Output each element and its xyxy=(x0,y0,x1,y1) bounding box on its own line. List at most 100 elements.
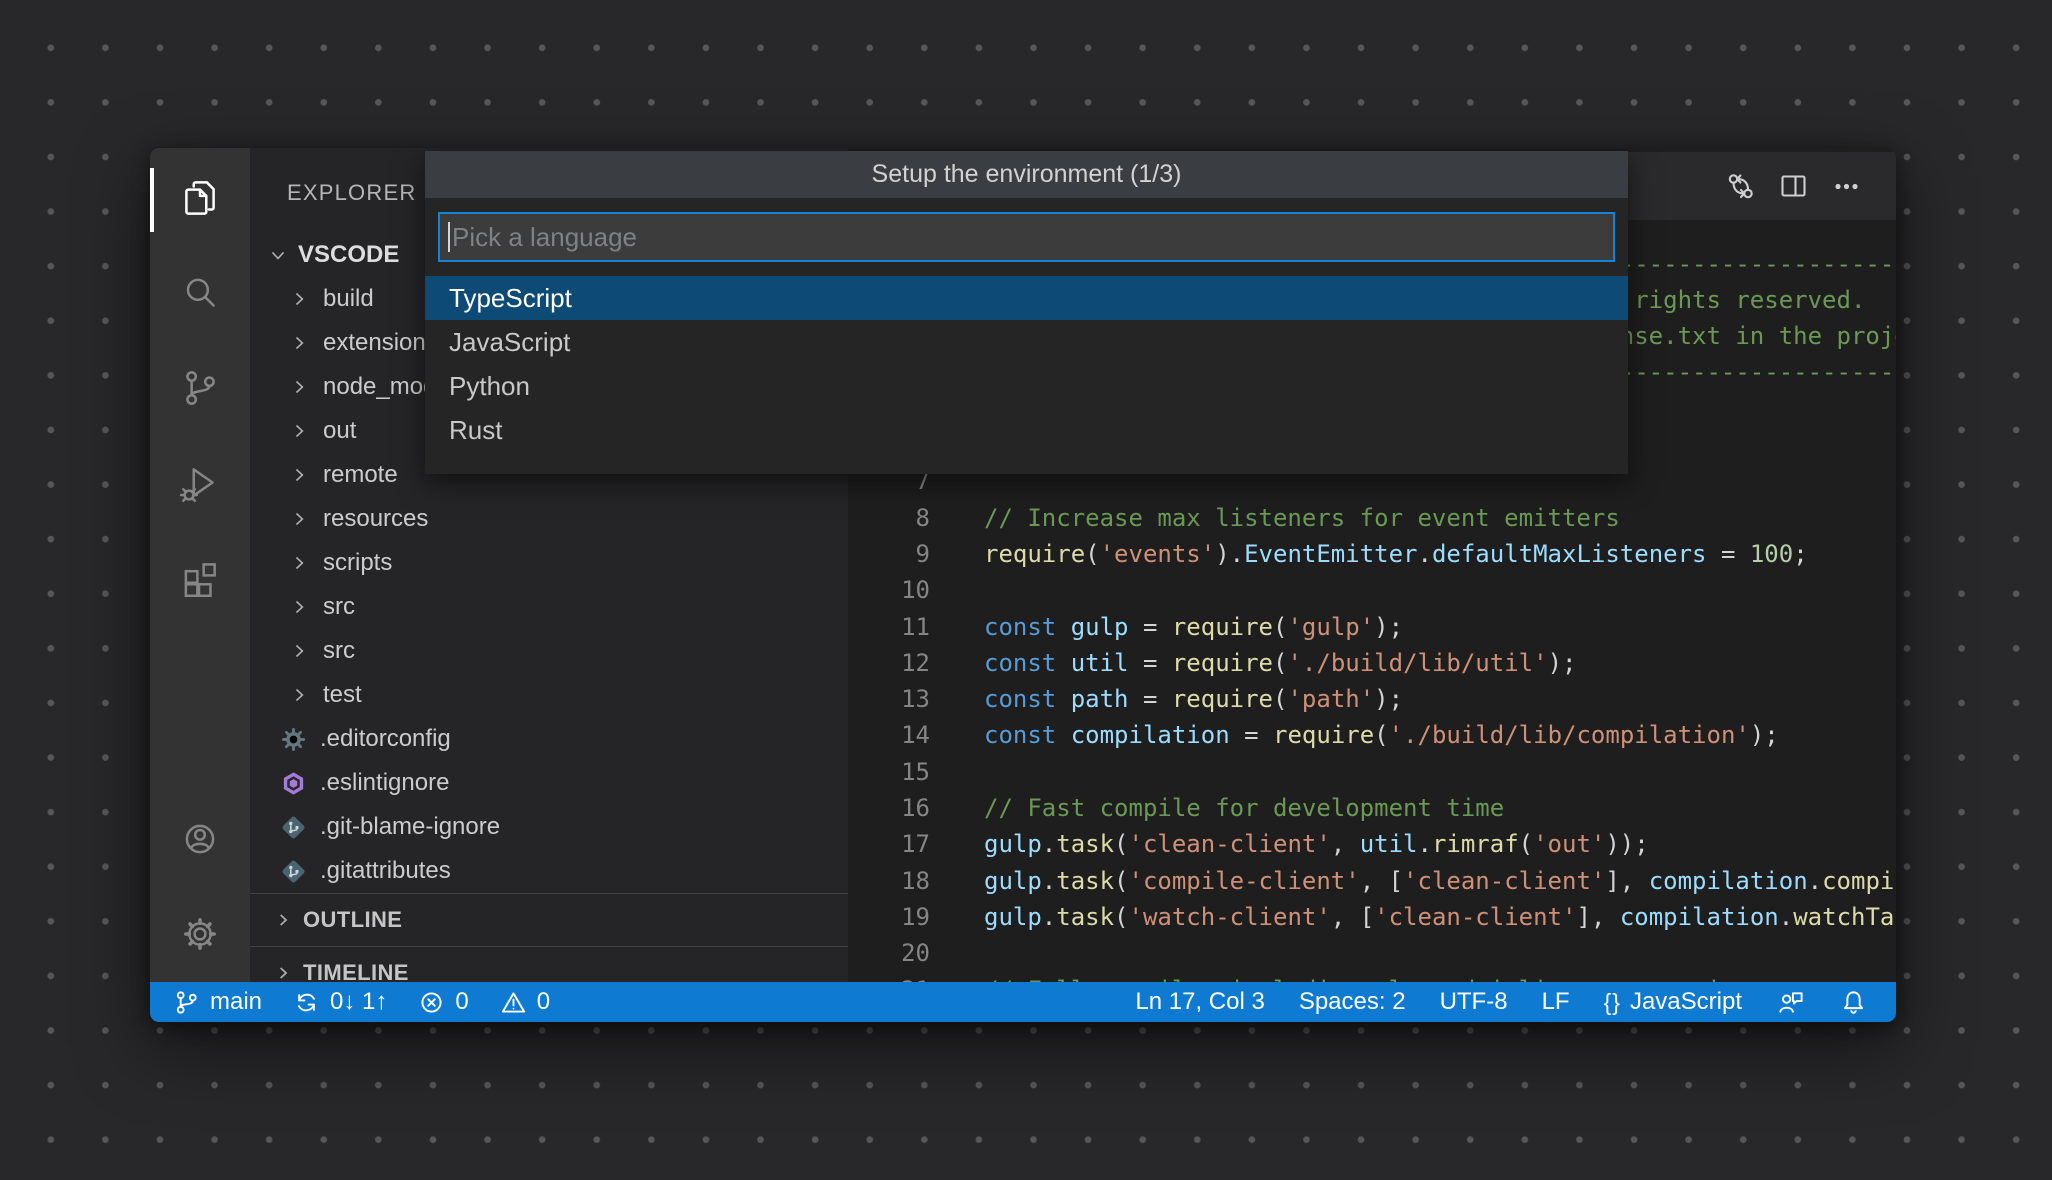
chevron-right-icon xyxy=(273,963,293,982)
line-number: 11 xyxy=(848,613,930,641)
tree-item-src[interactable]: src xyxy=(250,585,848,629)
activity-bar-top xyxy=(150,174,250,602)
line-number: 10 xyxy=(848,576,930,604)
tree-item-label: .git-blame-ignore xyxy=(320,813,500,841)
code-text: const util = require('./build/lib/util')… xyxy=(984,649,1576,677)
tree-item-label: scripts xyxy=(323,549,392,577)
tree-item-label: test xyxy=(323,681,362,709)
code-text: const gulp = require('gulp'); xyxy=(984,613,1403,641)
open-changes-icon xyxy=(1723,169,1757,203)
activity-bar-item-extensions[interactable] xyxy=(176,554,224,602)
tree-item-src[interactable]: src xyxy=(250,629,848,673)
status-item-label: Ln 17, Col 3 xyxy=(1135,988,1264,1016)
status-item-label: 0 xyxy=(537,988,550,1016)
activity-bar-item-run-debug[interactable] xyxy=(176,459,224,507)
code-line-17: 17gulp.task('clean-client', util.rimraf(… xyxy=(848,826,1896,863)
tree-item-label: src xyxy=(323,593,355,621)
code-line-12: 12const util = require('./build/lib/util… xyxy=(848,644,1896,681)
status-item-branch[interactable]: main xyxy=(172,988,262,1017)
status-item-label: LF xyxy=(1542,988,1570,1016)
quickpick-item-javascript[interactable]: JavaScript xyxy=(425,320,1628,364)
status-item-problems-errors[interactable]: 0 xyxy=(417,988,468,1017)
status-item-eol[interactable]: LF xyxy=(1542,988,1570,1016)
status-item-feedback[interactable] xyxy=(1776,988,1805,1017)
chevron-right-icon xyxy=(288,508,310,530)
tree-item-label: .editorconfig xyxy=(320,725,451,753)
status-bar-right: Ln 17, Col 3 Spaces: 2 UTF-8 LF {} JavaScript xyxy=(1135,988,1896,1017)
code-line-11: 11 const gulp = require('gulp'); xyxy=(848,608,1896,645)
code-line-9: 9 require('events').EventEmitter.defaultM… xyxy=(848,535,1896,572)
status-item-language-mode[interactable]: {} JavaScript xyxy=(1604,988,1742,1016)
line-number: 15 xyxy=(848,758,930,786)
code-line-16: 16// Fast compile for development time xyxy=(848,790,1896,827)
sidebar-title: EXPLORER xyxy=(287,180,416,206)
chevron-right-icon xyxy=(288,420,310,442)
tree-item-git-blame-ignore[interactable]: .git-blame-ignore xyxy=(250,805,848,849)
tree-item-label: src xyxy=(323,637,355,665)
status-item-sync[interactable]: 0↓ 1↑ xyxy=(292,988,387,1017)
code-text: gulp.task('clean-client', util.rimraf('o… xyxy=(984,830,1649,858)
quickpick-item-label: Python xyxy=(449,371,530,402)
activity-bar-bottom xyxy=(150,815,250,958)
code-line-8: 8// Increase max listeners for event emi… xyxy=(848,499,1896,536)
account-icon xyxy=(177,816,223,862)
split-editor-button[interactable] xyxy=(1776,169,1810,203)
sidebar-section-timeline[interactable]: TIMELINE xyxy=(250,946,848,982)
tree-item-label: .gitattributes xyxy=(320,857,451,885)
split-editor-icon xyxy=(1776,169,1810,203)
tree-item-resources[interactable]: resources xyxy=(250,497,848,541)
quick-pick-title: Setup the environment (1/3) xyxy=(425,151,1628,198)
chevron-right-icon xyxy=(288,552,310,574)
status-item-indentation[interactable]: Spaces: 2 xyxy=(1299,988,1406,1016)
quickpick-item-label: JavaScript xyxy=(449,327,570,358)
tree-item-gitattributes[interactable]: .gitattributes xyxy=(250,849,848,893)
line-number: 18 xyxy=(848,867,930,895)
code-line-21: 21// Full compile, including nls and inl… xyxy=(848,971,1896,982)
quick-pick-input[interactable]: Pick a language xyxy=(438,212,1615,262)
more-actions-button[interactable] xyxy=(1829,169,1863,203)
activity-bar-item-settings[interactable] xyxy=(176,910,224,958)
status-item-label: Spaces: 2 xyxy=(1299,988,1406,1016)
code-text: require('events').EventEmitter.defaultMa… xyxy=(984,540,1808,568)
chevron-right-icon xyxy=(288,596,310,618)
braces-icon: {} xyxy=(1604,989,1621,1016)
line-number: 14 xyxy=(848,721,930,749)
activity-bar-item-account[interactable] xyxy=(176,815,224,863)
status-item-notifications[interactable] xyxy=(1839,988,1868,1017)
line-number: 9 xyxy=(848,540,930,568)
quickpick-item-python[interactable]: Python xyxy=(425,364,1628,408)
feedback-icon xyxy=(1776,988,1805,1017)
quickpick-item-typescript[interactable]: TypeScript xyxy=(425,276,1628,320)
quick-pick-list: TypeScript JavaScript Python Rust xyxy=(425,276,1628,474)
status-item-problems-warnings[interactable]: 0 xyxy=(499,988,550,1017)
open-changes-button[interactable] xyxy=(1723,169,1757,203)
status-item-label: 0 xyxy=(455,988,468,1016)
code-line-10: 10 xyxy=(848,572,1896,609)
code-line-20: 20 xyxy=(848,935,1896,972)
status-item-label: JavaScript xyxy=(1630,988,1742,1016)
tree-item-editorconfig[interactable]: .editorconfig xyxy=(250,717,848,761)
activity-bar-item-search[interactable] xyxy=(176,269,224,317)
code-line-15: 15 xyxy=(848,753,1896,790)
activity-bar-item-source-control[interactable] xyxy=(176,364,224,412)
status-bar: main 0↓ 1↑ 0 0 Ln 17, Col 3 Spaces: 2 UTF-8 LF… xyxy=(150,982,1896,1022)
search-icon xyxy=(177,270,223,316)
quick-pick-widget: Setup the environment (1/3) Pick a langu… xyxy=(425,151,1628,474)
activity-bar-item-explorer[interactable] xyxy=(176,174,224,222)
quickpick-item-rust[interactable]: Rust xyxy=(425,408,1628,452)
tree-item-scripts[interactable]: scripts xyxy=(250,541,848,585)
code-line-18: 18gulp.task('compile-client', ['clean-cl… xyxy=(848,862,1896,899)
sidebar-section-outline[interactable]: OUTLINE xyxy=(250,893,848,946)
tree-item-label: out xyxy=(323,417,356,445)
tree-item-test[interactable]: test xyxy=(250,673,848,717)
line-number: 19 xyxy=(848,903,930,931)
status-item-encoding[interactable]: UTF-8 xyxy=(1440,988,1508,1016)
status-item-cursor-position[interactable]: Ln 17, Col 3 xyxy=(1135,988,1264,1016)
section-label: TIMELINE xyxy=(303,960,409,982)
quickpick-item-label: TypeScript xyxy=(449,283,572,314)
git-file-icon xyxy=(280,858,307,885)
tree-item-eslintignore[interactable]: .eslintignore xyxy=(250,761,848,805)
status-item-label: UTF-8 xyxy=(1440,988,1508,1016)
gear-icon xyxy=(177,911,223,957)
run-debug-icon xyxy=(177,460,223,506)
